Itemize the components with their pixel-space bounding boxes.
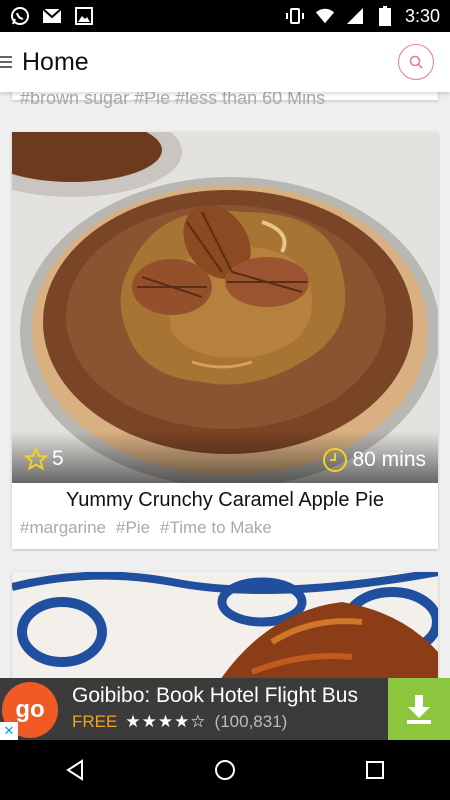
back-icon (66, 759, 83, 781)
tag-link[interactable]: #margarine (20, 518, 106, 538)
star-icon (24, 447, 48, 471)
ad-price: FREE (72, 712, 118, 731)
system-icons: 3:30 (285, 6, 440, 27)
previous-card-tags: #brown sugar #Pie #less than 60 Mins (20, 92, 326, 108)
ad-rating-stars: ★★★★☆ (125, 712, 207, 731)
recipe-rating: 5 (24, 447, 64, 471)
notification-icons (10, 6, 94, 26)
next-recipe-card[interactable] (12, 572, 438, 678)
recipe-time: 80 mins (322, 447, 426, 473)
back-button[interactable] (55, 750, 95, 790)
signal-icon (345, 6, 365, 26)
vibrate-icon (285, 6, 305, 26)
wifi-icon (315, 6, 335, 26)
home-button[interactable] (205, 750, 245, 790)
next-recipe-image[interactable] (12, 572, 438, 678)
time-value: 80 mins (352, 448, 426, 471)
navigation-bar (0, 740, 450, 800)
recents-icon (366, 761, 384, 779)
status-bar: 3:30 (0, 0, 450, 32)
recipe-image[interactable]: 5 80 mins (12, 132, 438, 483)
tag-link[interactable]: #Pie (116, 518, 150, 538)
recents-button[interactable] (355, 750, 395, 790)
rating-value: 5 (52, 447, 64, 470)
app-bar: Home (0, 32, 450, 92)
search-button[interactable] (398, 44, 434, 80)
ad-title[interactable]: Goibibo: Book Hotel Flight Bus (72, 684, 358, 708)
previous-recipe-card[interactable]: #brown sugar #Pie #less than 60 Mins (12, 92, 438, 108)
home-icon (215, 760, 235, 780)
download-icon (407, 695, 431, 724)
ad-review-count: (100,831) (214, 712, 288, 731)
search-icon (409, 55, 423, 69)
recipe-feed[interactable]: #brown sugar #Pie #less than 60 Mins 5 8… (0, 92, 450, 678)
tag-link[interactable]: #Time to Make (160, 518, 272, 538)
gallery-icon (74, 6, 94, 26)
menu-icon[interactable] (0, 53, 14, 71)
ad-banner[interactable]: go Goibibo: Book Hotel Flight Bus FREE ★… (0, 678, 450, 740)
screen: 3:30 Home #brown sugar #Pie #less than 6… (0, 0, 450, 800)
close-icon[interactable]: ✕ (0, 722, 18, 740)
gmail-icon (42, 6, 62, 26)
whatsapp-icon (10, 6, 30, 26)
plate-photo (12, 572, 438, 678)
ad-details: FREE ★★★★☆ (100,831) (72, 712, 287, 732)
recipe-card[interactable]: 5 80 mins Yummy Crunchy Caramel Apple Pi… (12, 132, 438, 549)
page-title: Home (22, 47, 89, 76)
recipe-title[interactable]: Yummy Crunchy Caramel Apple Pie (12, 489, 438, 512)
recipe-tags: #margarine #Pie #Time to Make (12, 518, 438, 538)
status-time: 3:30 (404, 5, 440, 26)
battery-icon (375, 6, 395, 26)
clock-icon (323, 448, 348, 472)
ad-download-button[interactable] (388, 678, 450, 740)
